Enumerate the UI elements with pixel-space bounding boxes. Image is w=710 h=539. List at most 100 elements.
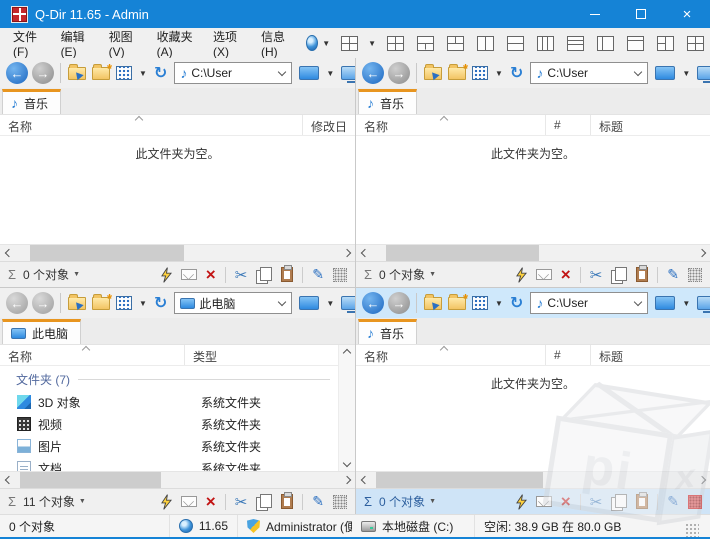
copy-button[interactable] [611,494,627,510]
group-header-folders[interactable]: 文件夹 (7) [0,366,338,391]
scroll-up-icon[interactable] [343,349,351,357]
view-mode-dropdown[interactable]: ▼ [495,299,503,308]
back-button[interactable]: ← [6,62,28,84]
file-row-documents[interactable]: 文档 系统文件夹 [0,457,338,471]
column-number[interactable]: # [546,345,591,365]
forward-button[interactable]: → [32,62,54,84]
pane-style-button[interactable] [296,291,322,315]
layout-option-1[interactable] [387,36,404,51]
rename-button[interactable] [536,496,552,507]
layout-option-11[interactable] [687,36,704,51]
folder-up-button[interactable] [421,61,445,85]
layout-option-10[interactable] [657,36,674,51]
select-mode-button[interactable] [333,495,347,509]
column-modified[interactable]: 修改日 [303,115,355,135]
column-title[interactable]: 标题 [591,115,710,135]
layout-option-2[interactable] [417,36,434,51]
refresh-button[interactable]: ↻ [507,291,526,315]
select-mode-button[interactable] [688,268,702,282]
horizontal-scrollbar[interactable] [0,471,355,488]
pane-style2-button[interactable] [338,291,355,315]
new-folder-button[interactable] [89,291,113,315]
pane-style-button[interactable] [296,61,322,85]
scrollbar-thumb[interactable] [30,245,184,261]
count-dropdown[interactable]: ▼ [73,271,80,278]
rename-button[interactable] [181,269,197,280]
pane-style-dropdown[interactable]: ▼ [682,299,690,308]
count-dropdown[interactable]: ▼ [429,498,436,505]
vertical-scrollbar[interactable] [338,345,355,471]
view-mode-dropdown[interactable]: ▼ [139,69,147,78]
paste-button[interactable] [281,267,293,282]
forward-button[interactable]: → [32,292,54,314]
scroll-down-icon[interactable] [343,459,351,467]
cut-button[interactable]: ✂ [235,493,248,511]
edit-button[interactable]: ✎ [667,493,679,510]
layout-option-5[interactable] [507,36,524,51]
refresh-button[interactable]: ↻ [151,61,170,85]
count-dropdown[interactable]: ▼ [429,271,436,278]
edit-button[interactable]: ✎ [312,493,324,510]
rename-button[interactable] [181,496,197,507]
layout-option-3[interactable] [447,36,464,51]
layout-dropdown[interactable]: ▼ [368,39,376,48]
layout-quad-button[interactable] [341,36,358,51]
pane-style-button[interactable] [652,291,678,315]
new-folder-button[interactable] [89,61,113,85]
address-combo[interactable]: 此电脑 [174,292,292,314]
view-mode-dropdown[interactable]: ▼ [495,69,503,78]
maximize-button[interactable] [618,0,664,28]
scroll-right-icon[interactable] [693,245,710,261]
scroll-right-icon[interactable] [693,472,710,488]
copy-button[interactable] [611,267,627,283]
scrollbar-thumb[interactable] [386,245,540,261]
actions-lightning-button[interactable] [516,494,527,510]
pane2-file-list[interactable]: 此文件夹为空。 [356,136,710,244]
forward-button[interactable]: → [388,292,410,314]
rename-button[interactable] [536,269,552,280]
close-button[interactable]: × [664,0,710,28]
paste-button[interactable] [636,267,648,282]
actions-lightning-button[interactable] [161,267,172,283]
select-mode-button[interactable] [688,495,702,509]
resize-grip[interactable] [685,523,699,537]
back-button[interactable]: ← [6,292,28,314]
cut-button[interactable]: ✂ [235,266,248,284]
column-number[interactable]: # [546,115,591,135]
column-name[interactable]: 名称 [0,115,303,135]
cut-button[interactable]: ✂ [590,266,603,284]
folder-up-button[interactable] [65,61,89,85]
select-mode-button[interactable] [333,268,347,282]
scroll-left-icon[interactable] [0,245,17,261]
pane-style2-button[interactable] [338,61,355,85]
horizontal-scrollbar[interactable] [356,471,710,488]
scrollbar-thumb[interactable] [376,472,542,488]
tab-this-pc[interactable]: 此电脑 [2,319,81,344]
new-folder-button[interactable] [445,291,469,315]
minimize-button[interactable] [572,0,618,28]
scroll-right-icon[interactable] [338,245,355,261]
pane-style2-button[interactable] [694,291,710,315]
scroll-left-icon[interactable] [356,472,373,488]
delete-button[interactable]: × [206,266,216,283]
file-row-videos[interactable]: 视频 系统文件夹 [0,413,338,435]
tab-music[interactable]: ♪ 音乐 [358,89,417,114]
layout-option-9[interactable] [627,36,644,51]
tab-music[interactable]: ♪ 音乐 [2,89,61,114]
copy-button[interactable] [256,494,272,510]
delete-button[interactable]: × [206,493,216,510]
scroll-left-icon[interactable] [0,472,17,488]
file-row-pictures[interactable]: 图片 系统文件夹 [0,435,338,457]
pane3-file-list[interactable]: 文件夹 (7) 3D 对象 系统文件夹 视频 系统文件夹 图片 系统 [0,366,338,471]
scroll-right-icon[interactable] [338,472,355,488]
view-mode-button[interactable] [113,61,135,85]
cut-button[interactable]: ✂ [590,493,603,511]
column-type[interactable]: 类型 [185,345,338,365]
count-dropdown[interactable]: ▼ [79,498,86,505]
column-name[interactable]: 名称 [356,115,546,135]
column-title[interactable]: 标题 [591,345,710,365]
refresh-button[interactable]: ↻ [151,291,170,315]
pane-style-dropdown[interactable]: ▼ [682,69,690,78]
layout-option-8[interactable] [597,36,614,51]
column-name[interactable]: 名称 [0,345,185,365]
